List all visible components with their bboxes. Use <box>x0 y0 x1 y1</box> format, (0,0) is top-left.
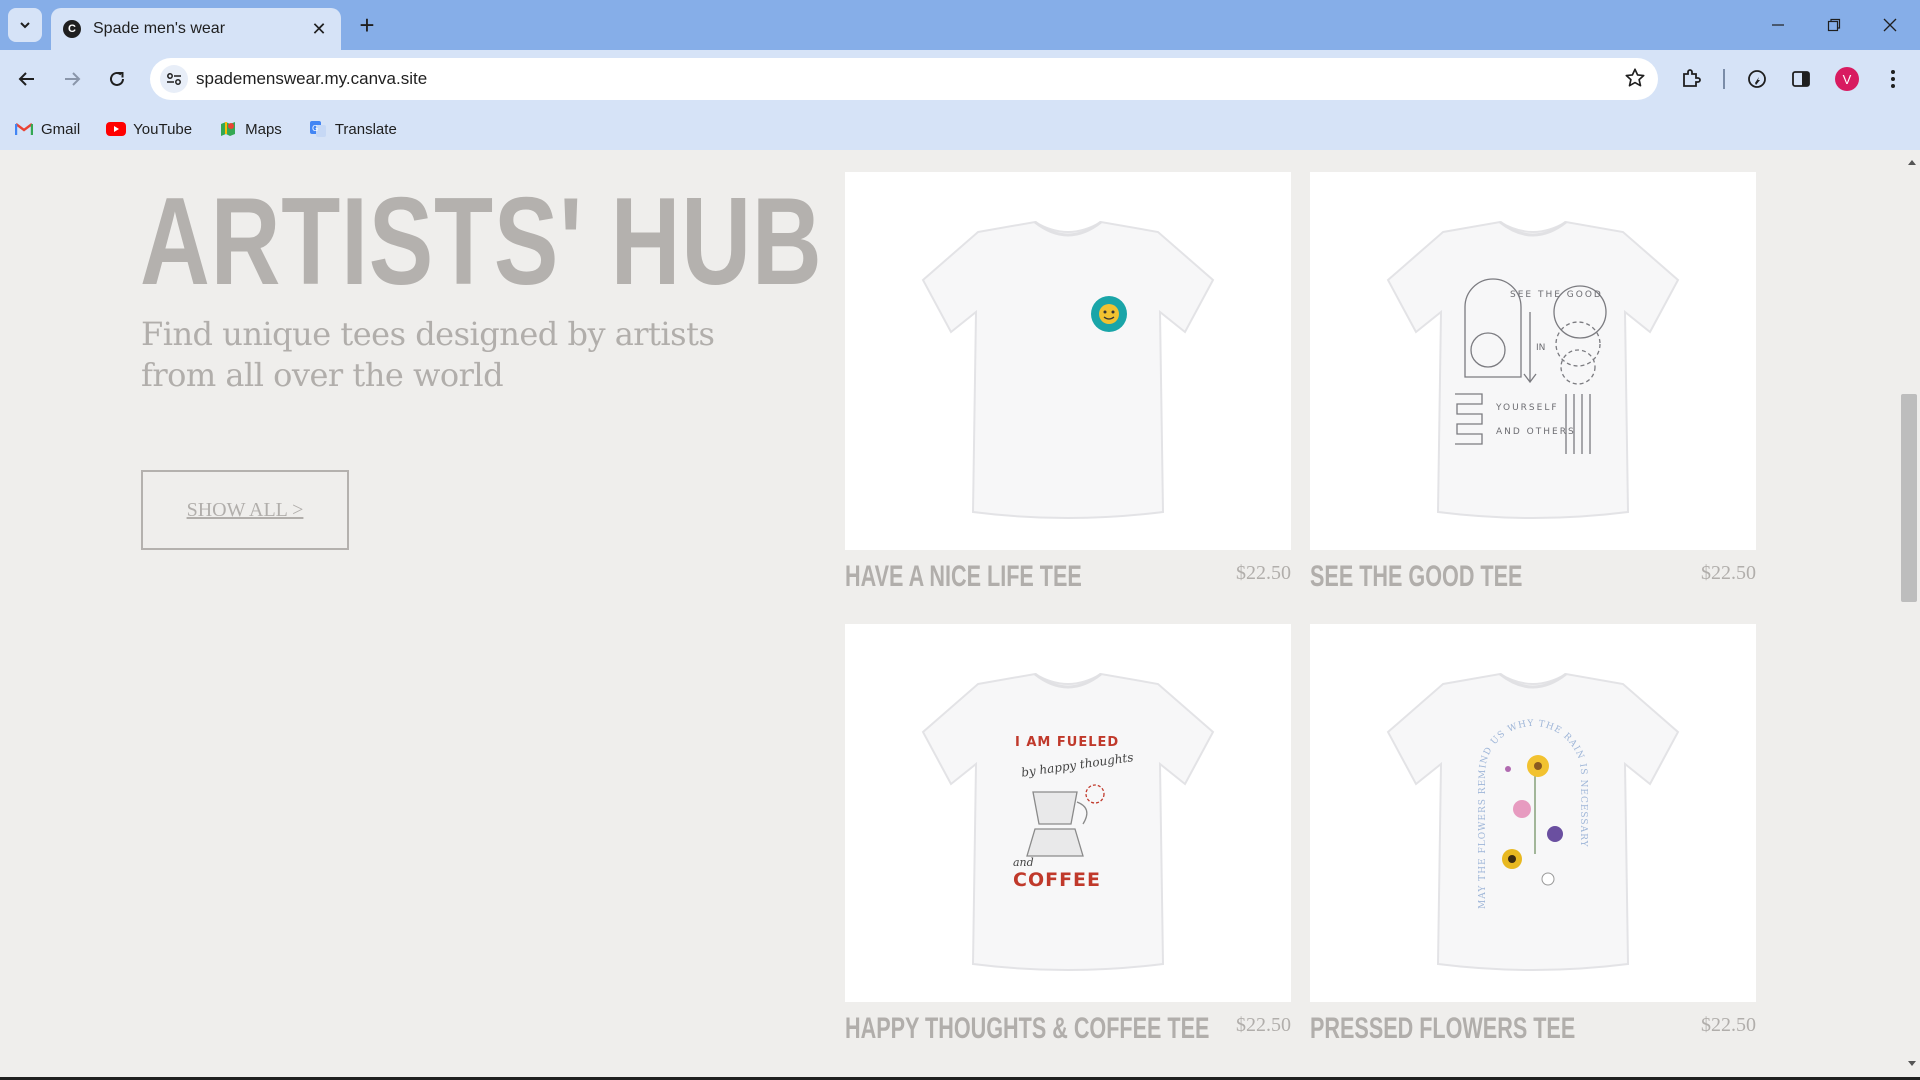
bookmark-star-icon[interactable] <box>1624 67 1646 94</box>
bookmark-label: Translate <box>334 120 397 138</box>
active-tab[interactable]: C Spade men's wear ✕ <box>51 8 341 50</box>
page-title: ARTISTS' HUB <box>140 173 823 311</box>
page-content: ARTISTS' HUB Find unique tees designed b… <box>0 150 1904 1078</box>
tshirt-image: SEE THE GOOD IN YOURSELF AND OTHERS <box>1386 220 1680 519</box>
puzzle-icon <box>1683 69 1701 87</box>
product-card-see-the-good[interactable]: SEE THE GOOD IN YOURSELF AND OTHERS SEE … <box>1310 172 1756 593</box>
profile-avatar[interactable]: V <box>1835 67 1859 91</box>
tshirt-image <box>921 220 1215 519</box>
bookmark-label: YouTube <box>133 120 193 138</box>
bookmark-gmail[interactable]: Gmail <box>14 121 80 138</box>
maps-icon <box>218 121 238 137</box>
menu-button[interactable] <box>1876 62 1910 96</box>
favicon-icon: C <box>63 20 81 38</box>
tshirt-image: I AM FUELED by happy thoughts and COFFEE <box>921 672 1215 971</box>
svg-text:G: G <box>312 124 318 133</box>
scroll-down-arrow-icon[interactable] <box>1904 1058 1920 1070</box>
print-text: SEE THE GOOD <box>1510 290 1603 300</box>
close-window-button[interactable] <box>1862 0 1918 50</box>
print-text: AND OTHERS <box>1496 427 1576 437</box>
product-card-nice-life[interactable]: HAVE A NICE LIFE TEE $22.50 <box>845 172 1291 593</box>
tab-title: Spade men's wear <box>93 20 226 37</box>
scrollbar-thumb[interactable] <box>1901 394 1917 602</box>
product-image[interactable] <box>845 172 1291 550</box>
side-panel-button[interactable] <box>1784 62 1818 96</box>
restore-button[interactable] <box>1806 0 1862 50</box>
print-text: and <box>1013 856 1034 869</box>
page-subtitle: Find unique tees designed by artists fro… <box>141 315 715 394</box>
bookmark-label: Maps <box>245 120 282 138</box>
bookmark-maps[interactable]: Maps <box>218 121 282 138</box>
restore-icon <box>1827 18 1841 32</box>
product-name[interactable]: HAPPY THOUGHTS & COFFEE TEE <box>845 1012 1209 1046</box>
product-image[interactable]: MAY THE FLOWERS REMIND US WHY THE RAIN I… <box>1310 624 1756 1002</box>
chevron-down-icon <box>20 22 30 29</box>
product-name[interactable]: HAVE A NICE LIFE TEE <box>845 560 1082 594</box>
show-all-button[interactable]: SHOW ALL > <box>141 470 349 550</box>
product-card-happy-thoughts-coffee[interactable]: I AM FUELED by happy thoughts and COFFEE… <box>845 624 1291 1045</box>
browser-toolbar: spademenswear.my.canva.site <box>0 50 1920 108</box>
toolbar-divider <box>1723 69 1725 89</box>
new-tab-button[interactable]: + <box>352 10 382 40</box>
extensions-button[interactable] <box>1674 62 1708 96</box>
bookmarks-bar: Gmail YouTube Maps G Translate <box>0 108 1920 150</box>
bookmark-translate[interactable]: G Translate <box>308 121 397 138</box>
vertical-scrollbar[interactable] <box>1904 150 1920 1078</box>
site-settings-icon[interactable] <box>160 65 188 93</box>
bookmark-label: Gmail <box>41 120 81 138</box>
url-text: spademenswear.my.canva.site <box>196 69 428 88</box>
gmail-icon <box>14 121 34 137</box>
close-icon <box>1883 18 1897 32</box>
minimize-button[interactable] <box>1750 0 1806 50</box>
scroll-up-arrow-icon[interactable] <box>1904 156 1920 168</box>
address-bar[interactable]: spademenswear.my.canva.site <box>150 58 1658 100</box>
print-text: I AM FUELED <box>1015 735 1119 750</box>
performance-button[interactable] <box>1740 62 1774 96</box>
translate-icon: G <box>308 121 328 137</box>
tshirt-image: MAY THE FLOWERS REMIND US WHY THE RAIN I… <box>1386 672 1680 971</box>
minimize-icon <box>1772 24 1784 26</box>
back-button[interactable] <box>10 62 44 96</box>
side-panel-icon <box>1792 71 1810 87</box>
product-name[interactable]: SEE THE GOOD TEE <box>1310 560 1522 594</box>
product-name[interactable]: PRESSED FLOWERS TEE <box>1310 1012 1575 1046</box>
arrow-right-icon <box>65 72 81 86</box>
kebab-menu-icon <box>1891 70 1895 88</box>
reload-button[interactable] <box>100 62 134 96</box>
product-price: $22.50 <box>1236 562 1291 584</box>
print-text: YOURSELF <box>1495 403 1559 413</box>
bookmark-youtube[interactable]: YouTube <box>106 121 192 138</box>
tab-strip: C Spade men's wear ✕ + <box>0 0 1920 50</box>
product-price: $22.50 <box>1236 1014 1291 1036</box>
tab-close-icon[interactable]: ✕ <box>309 19 329 40</box>
arrow-left-icon <box>18 72 34 86</box>
product-price: $22.50 <box>1701 562 1756 584</box>
tab-search-button[interactable] <box>8 8 42 42</box>
product-price: $22.50 <box>1701 1014 1756 1036</box>
forward-button[interactable] <box>55 62 89 96</box>
product-card-pressed-flowers[interactable]: MAY THE FLOWERS REMIND US WHY THE RAIN I… <box>1310 624 1756 1045</box>
product-image[interactable]: I AM FUELED by happy thoughts and COFFEE <box>845 624 1291 1002</box>
speedometer-icon <box>1748 70 1766 88</box>
product-image[interactable]: SEE THE GOOD IN YOURSELF AND OTHERS <box>1310 172 1756 550</box>
print-text: IN <box>1536 343 1545 353</box>
reload-icon <box>110 71 124 86</box>
youtube-icon <box>106 121 127 137</box>
print-text: COFFEE <box>1013 869 1101 891</box>
